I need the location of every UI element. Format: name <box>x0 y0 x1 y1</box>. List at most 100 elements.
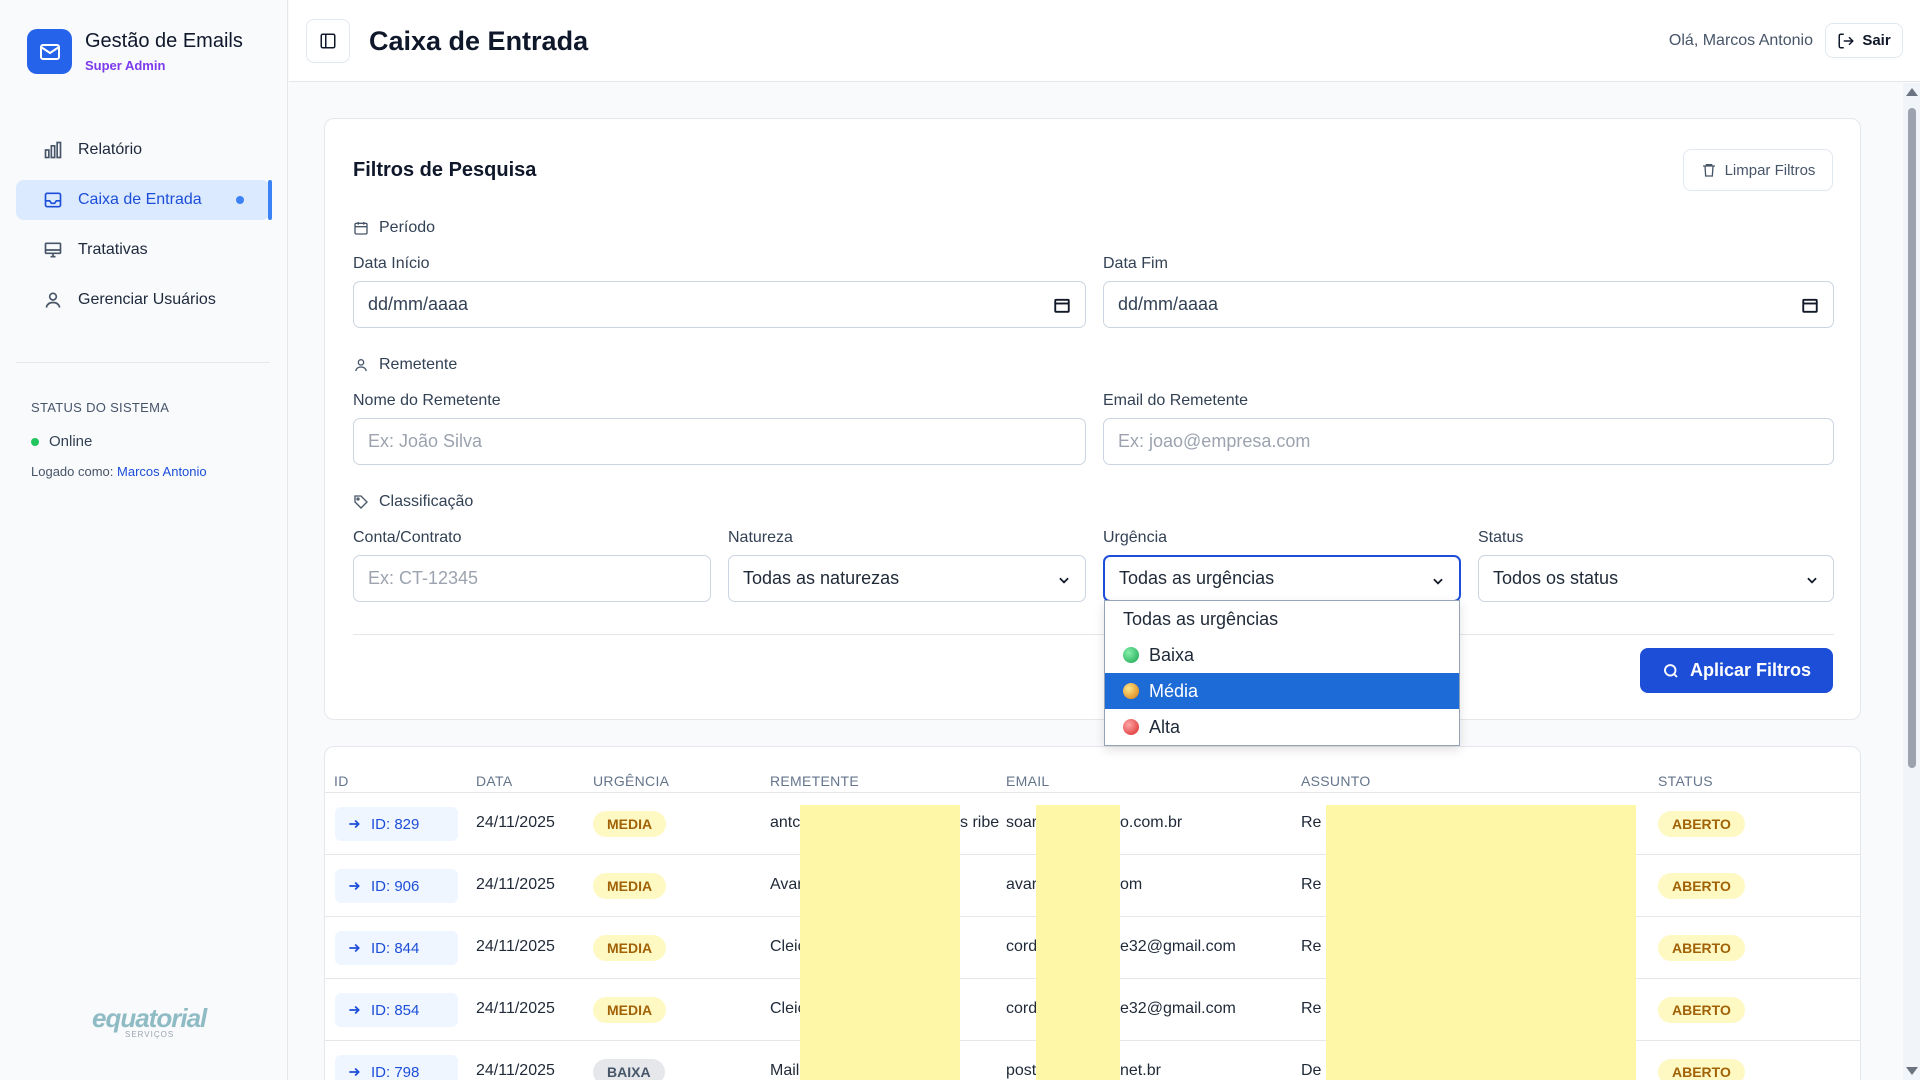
natureza-value: Todas as naturezas <box>743 568 900 588</box>
logged-as-prefix: Logado como: <box>31 464 114 479</box>
scroll-up-arrow-icon[interactable] <box>1906 88 1918 96</box>
calendar-picker-icon[interactable] <box>1053 296 1071 314</box>
arrow-right-icon <box>349 881 360 891</box>
email-date: 24/11/2025 <box>476 1000 555 1017</box>
sender-name-end: s ribe <box>960 814 1000 831</box>
email-subject: Re <box>1301 1000 1322 1017</box>
email-subject: Re <box>1301 814 1322 831</box>
chevron-down-icon <box>1059 577 1069 584</box>
scroll-down-arrow-icon[interactable] <box>1906 1067 1918 1075</box>
urgencia-option-todas[interactable]: Todas as urgências <box>1105 601 1459 637</box>
sidebar-item-caixa-de-entrada[interactable]: Caixa de Entrada <box>16 180 272 220</box>
remetente-label: Remetente <box>379 356 458 373</box>
filters-card: Filtros de Pesquisa Limpar Filtros Perío… <box>324 118 1861 720</box>
scrollbar-thumb[interactable] <box>1908 108 1916 768</box>
sidebar-toggle-button[interactable] <box>306 19 350 63</box>
clear-filters-button[interactable]: Limpar Filtros <box>1683 149 1833 191</box>
periodo-label: Período <box>379 219 436 236</box>
status-badge: ABERTO <box>1658 935 1745 961</box>
email-remetente-label: Email do Remetente <box>1103 392 1248 409</box>
data-inicio-input[interactable]: dd/mm/aaaa <box>353 281 1086 328</box>
calendar-picker-icon[interactable] <box>1801 296 1819 314</box>
chevron-down-icon <box>1433 578 1443 585</box>
apply-filters-button[interactable]: Aplicar Filtros <box>1640 648 1833 693</box>
urgencia-option-media[interactable]: Média <box>1105 673 1459 709</box>
status-badge: ABERTO <box>1658 1059 1745 1080</box>
email-id-link[interactable]: ID: 854 <box>335 993 458 1027</box>
data-fim-label: Data Fim <box>1103 255 1168 272</box>
nome-remetente-input[interactable]: Ex: João Silva <box>353 418 1086 465</box>
email-id: ID: 854 <box>371 1001 420 1019</box>
sidebar-item-label: Relatório <box>78 141 143 158</box>
urgencia-option-label: Média <box>1149 680 1199 701</box>
natureza-select[interactable]: Todas as naturezas <box>728 555 1086 602</box>
clear-filters-label: Limpar Filtros <box>1724 161 1816 179</box>
urgencia-option-baixa[interactable]: Baixa <box>1105 637 1459 673</box>
data-fim-value: dd/mm/aaaa <box>1118 294 1219 314</box>
conta-contrato-label: Conta/Contrato <box>353 529 462 546</box>
status-filter-label: Status <box>1478 529 1524 546</box>
logout-label: Sair <box>1862 32 1891 49</box>
sidebar-divider <box>16 362 270 363</box>
online-dot-icon <box>31 437 39 446</box>
urgencia-label: Urgência <box>1103 529 1168 546</box>
sidebar-item-relatorio[interactable]: Relatório <box>16 130 270 170</box>
urgency-badge: MEDIA <box>593 935 667 961</box>
column-header-data: DATA <box>476 773 513 789</box>
logout-icon <box>1838 33 1855 48</box>
column-header-id: ID <box>334 773 349 789</box>
status-badge: ABERTO <box>1658 873 1745 899</box>
email-id-link[interactable]: ID: 906 <box>335 869 458 903</box>
urgency-badge: MEDIA <box>593 997 667 1023</box>
page-title: Caixa de Entrada <box>369 26 589 56</box>
arrow-right-icon <box>349 943 360 953</box>
urgencia-option-label: Baixa <box>1149 644 1195 665</box>
brand-title: Gestão de Emails <box>85 30 243 52</box>
column-header-assunto: ASSUNTO <box>1301 773 1371 789</box>
sender-email-start: cord <box>1006 938 1038 955</box>
main-content: Filtros de Pesquisa Limpar Filtros Perío… <box>289 83 1903 1080</box>
redacted-subject-block <box>1326 805 1636 1080</box>
calendar-icon <box>354 222 368 235</box>
email-id-link[interactable]: ID: 798 <box>335 1055 458 1080</box>
urgencia-option-alta[interactable]: Alta <box>1105 709 1459 745</box>
urgencia-option-label: Alta <box>1149 716 1181 737</box>
sender-email-end: o.com.br <box>1120 814 1183 831</box>
natureza-label: Natureza <box>728 529 793 546</box>
email-date: 24/11/2025 <box>476 814 555 831</box>
tag-icon <box>354 495 368 509</box>
conta-contrato-input[interactable]: Ex: CT-12345 <box>353 555 711 602</box>
sidebar-item-label: Gerenciar Usuários <box>78 291 216 308</box>
redacted-email-block <box>1036 805 1120 1080</box>
email-remetente-input[interactable]: Ex: joao@empresa.com <box>1103 418 1834 465</box>
chevron-down-icon <box>1807 577 1817 584</box>
top-header: Caixa de Entrada Olá, Marcos Antonio Sai… <box>289 0 1920 82</box>
sidebar-item-gerenciar-usuarios[interactable]: Gerenciar Usuários <box>16 280 270 320</box>
urgencia-select[interactable]: Todas as urgências <box>1103 555 1461 602</box>
sidebar-item-tratativas[interactable]: Tratativas <box>16 230 270 270</box>
user-icon <box>42 289 64 311</box>
data-inicio-value: dd/mm/aaaa <box>368 294 469 314</box>
email-id-link[interactable]: ID: 829 <box>335 807 458 841</box>
email-id: ID: 844 <box>371 939 420 957</box>
classificacao-section: Classificação <box>353 493 473 511</box>
email-id: ID: 829 <box>371 815 420 833</box>
column-header-remetente: REMETENTE <box>770 773 860 789</box>
yellow-circle-icon <box>1123 683 1139 699</box>
red-circle-icon <box>1123 719 1139 735</box>
email-remetente-placeholder: Ex: joao@empresa.com <box>1118 431 1311 451</box>
brand: Gestão de Emails Super Admin <box>27 29 243 74</box>
page-scrollbar[interactable] <box>1903 83 1920 1080</box>
green-circle-icon <box>1123 647 1139 663</box>
urgency-badge: MEDIA <box>593 873 667 899</box>
nome-remetente-placeholder: Ex: João Silva <box>368 431 483 451</box>
column-header-email: EMAIL <box>1006 773 1050 789</box>
email-id-link[interactable]: ID: 844 <box>335 931 458 965</box>
sender-email-start: avar <box>1006 876 1038 893</box>
nome-remetente-label: Nome do Remetente <box>353 392 501 409</box>
logout-button[interactable]: Sair <box>1825 23 1903 58</box>
status-select[interactable]: Todos os status <box>1478 555 1834 602</box>
urgencia-option-label: Todas as urgências <box>1123 608 1279 629</box>
data-inicio-label: Data Início <box>353 255 430 272</box>
data-fim-input[interactable]: dd/mm/aaaa <box>1103 281 1834 328</box>
